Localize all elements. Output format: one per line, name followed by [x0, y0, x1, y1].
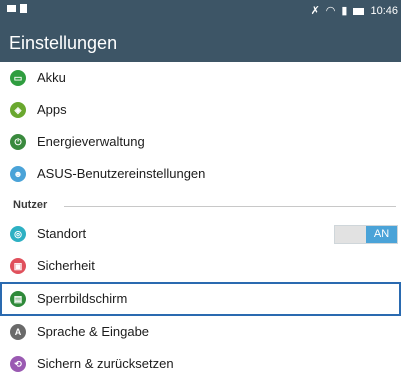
status-time: 10:46: [370, 5, 398, 17]
settings-item-apps[interactable]: ◈ Apps: [0, 94, 401, 126]
mute-icon: ✗: [310, 5, 320, 17]
toggle-on-label: AN: [366, 226, 397, 243]
settings-item-energieverwaltung[interactable]: ⏻ Energieverwaltung: [0, 126, 401, 158]
settings-item-label: Apps: [37, 102, 67, 117]
language-icon: A: [10, 324, 26, 340]
image-icon: [20, 4, 27, 13]
settings-item-label: Standort: [37, 226, 87, 241]
lock-icon: ▣: [10, 258, 26, 274]
location-icon: ◎: [10, 226, 26, 242]
backup-icon: ⟲: [10, 356, 26, 372]
notification-icon: [7, 5, 16, 12]
battery-icon: ▭: [10, 70, 26, 86]
status-right: ✗ ◠ ▮ 10:46: [311, 3, 398, 19]
settings-item-sichern[interactable]: ⟲ Sichern & zurücksetzen: [0, 348, 401, 378]
page-title: Einstellungen: [9, 33, 118, 53]
power-management-icon: ⏻: [10, 134, 26, 150]
settings-item-asus-user-settings[interactable]: ☻ ASUS-Benutzereinstellungen: [0, 158, 401, 190]
section-label: Nutzer: [13, 199, 48, 211]
status-bar: ✗ ◠ ▮ 10:46: [0, 0, 401, 22]
battery-icon: [353, 7, 365, 15]
settings-item-label: Sichern & zurücksetzen: [37, 356, 174, 371]
settings-item-sprache[interactable]: A Sprache & Eingabe: [0, 316, 401, 348]
settings-item-label: ASUS-Benutzereinstellungen: [37, 166, 206, 181]
wifi-icon: ◠: [325, 5, 336, 17]
lockscreen-icon: ▤: [10, 291, 26, 307]
settings-item-standort[interactable]: ◎ Standort AN: [0, 218, 401, 250]
settings-item-label: Akku: [37, 70, 66, 85]
section-divider: [64, 206, 396, 207]
settings-item-label: Sprache & Eingabe: [37, 324, 150, 339]
signal-icon: ▮: [341, 5, 348, 17]
app-bar: Einstellungen: [0, 22, 401, 62]
settings-item-akku[interactable]: ▭ Akku: [0, 62, 401, 94]
settings-item-label: Energieverwaltung: [37, 134, 145, 149]
location-toggle[interactable]: AN: [334, 225, 398, 244]
section-header-nutzer: Nutzer: [0, 196, 401, 216]
settings-item-label: Sicherheit: [37, 258, 95, 273]
settings-item-sperrbildschirm[interactable]: ▤ Sperrbildschirm: [0, 282, 401, 316]
settings-item-sicherheit[interactable]: ▣ Sicherheit: [0, 250, 401, 282]
user-settings-icon: ☻: [10, 166, 26, 182]
apps-icon: ◈: [10, 102, 26, 118]
status-left: [7, 4, 27, 13]
settings-item-label: Sperrbildschirm: [37, 291, 128, 306]
